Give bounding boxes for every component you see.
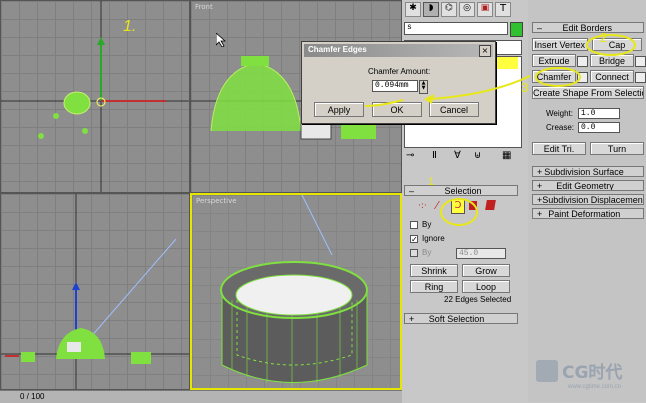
paint-deformation-label: Paint Deformation [548,209,621,219]
soft-selection-rollout[interactable]: + Soft Selection [404,313,518,324]
mouse-cursor-icon [216,33,226,47]
annotation-step3: 3 [521,80,529,95]
modify-tab-icon[interactable]: ◗ [423,2,439,17]
left-view-scene [1,194,189,389]
soft-selection-label: Soft Selection [428,314,485,324]
selection-header-label: Selection [444,186,482,196]
watermark-brand: CG时代 [562,363,623,383]
dialog-close-icon[interactable]: × [479,45,491,57]
stack-toolbar: ⊸ Ⅱ ∀ ⊎ ▦ [404,150,520,164]
cancel-button[interactable]: Cancel [429,102,479,117]
time-slider-frame[interactable]: 0 / 100 [20,392,80,401]
selection-rollout-header[interactable]: – Selection [404,185,518,196]
edit-geometry-label: Edit Geometry [556,181,614,191]
create-tab-icon[interactable]: ✱ [405,2,421,17]
command-tabs: ✱ ◗ ⌬ ◎ ▣ T [402,0,528,18]
connect-button[interactable]: Connect [590,70,634,83]
edit-tri-button[interactable]: Edit Tri. [532,142,586,155]
annotation-step2: 2 [600,30,608,45]
chamfer-button[interactable]: Chamfer [532,70,576,83]
cylinder-mesh [220,195,368,387]
crease-label: Crease: [546,123,575,132]
object-color-swatch[interactable] [510,22,523,37]
extrude-button[interactable]: Extrude [532,54,576,67]
connect-settings-icon[interactable] [635,72,646,83]
grow-button[interactable]: Grow [462,264,510,277]
weight-spinner[interactable]: 1.0 [578,108,620,119]
insert-vertex-button[interactable]: Insert Vertex [532,38,588,51]
crease-spinner[interactable]: 0.0 [578,122,620,133]
motion-tab-icon[interactable]: ◎ [459,2,475,17]
display-tab-icon[interactable]: ▣ [477,2,493,17]
top-view-scene [1,1,189,192]
viewport-left[interactable] [0,193,190,390]
remove-modifier-icon[interactable]: ⊎ [474,150,481,161]
element-mode-icon[interactable] [485,200,496,210]
chamfer-amount-spinner[interactable]: ▲ ▼ [419,80,428,94]
viewport-perspective[interactable]: Perspective [190,193,402,390]
subdivision-displacement-label: Subdivision Displacement [542,195,644,205]
angle-spinner[interactable]: 45.0 [456,248,506,259]
object-name-field[interactable]: s [404,22,508,35]
paint-deformation-rollout[interactable]: + Paint Deformation [532,208,644,219]
by-angle-label: By [422,248,432,257]
apply-button[interactable]: Apply [314,102,364,117]
turn-button[interactable]: Turn [590,142,644,155]
watermark-url: www.cgtime.com.cn [568,384,622,390]
ring-button[interactable]: Ring [410,280,458,293]
subdivision-surface-label: Subdivision Surface [544,167,624,177]
loop-button[interactable]: Loop [462,280,510,293]
annotation-step1: 1. [123,18,137,35]
bridge-settings-icon[interactable] [635,56,646,67]
utilities-tab-icon[interactable]: T [495,2,511,17]
vertex-mode-icon[interactable]: ·:· [418,201,427,211]
configure-sets-icon[interactable]: ▦ [502,150,511,161]
chamfer-dialog[interactable]: Chamfer Edges × Chamfer Amount: 0.094mm … [301,41,496,124]
by-vertex-checkbox[interactable] [410,221,418,229]
annotation-step1-selection: 1 [428,176,435,188]
chamfer-settings-icon[interactable] [577,72,588,83]
bridge-button[interactable]: Bridge [590,54,634,67]
pin-stack-icon[interactable]: ⊸ [406,150,414,161]
subdivision-displacement-rollout[interactable]: +Subdivision Displacement [532,194,644,205]
extrude-settings-icon[interactable] [577,56,588,67]
timeline-bar[interactable]: 0 / 100 [0,390,402,403]
edge-mode-icon[interactable]: ⁄ [436,199,438,212]
dialog-titlebar[interactable]: Chamfer Edges × [304,44,493,57]
hierarchy-tab-icon[interactable]: ⌬ [441,2,457,17]
edit-geometry-rollout[interactable]: + Edit Geometry [532,180,644,191]
ignore-backfacing-label: Ignore [422,234,445,243]
selection-status: 22 Edges Selected [444,295,512,304]
subdivision-surface-rollout[interactable]: + Subdivision Surface [532,166,644,177]
stack-highlight-item[interactable] [496,57,518,69]
show-end-result-icon[interactable]: Ⅱ [432,150,437,161]
create-shape-button[interactable]: Create Shape From Selection [532,86,644,99]
make-unique-icon[interactable]: ∀ [454,150,461,161]
viewport-top[interactable]: 1. [0,0,190,193]
ignore-backfacing-checkbox[interactable]: ✓ [410,235,418,244]
by-angle-checkbox[interactable] [410,249,418,257]
border-mode-icon[interactable]: Ↄ [451,199,465,214]
edit-borders-panel: – Edit Borders Insert Vertex Cap Extrude… [528,0,646,402]
shrink-button[interactable]: Shrink [410,264,458,277]
polygon-mode-icon[interactable] [469,201,477,210]
dialog-title: Chamfer Edges [308,45,367,54]
edit-borders-header[interactable]: – Edit Borders [532,22,644,33]
weight-label: Weight: [546,109,573,118]
chamfer-amount-field[interactable]: 0.094mm [372,80,418,92]
subobject-icons: ·:· ⁄ Ↄ [416,199,516,215]
by-vertex-label: By [422,220,432,229]
ok-button[interactable]: OK [372,102,422,117]
watermark-logo-icon [536,360,558,382]
chamfer-amount-label: Chamfer Amount: [368,67,431,76]
